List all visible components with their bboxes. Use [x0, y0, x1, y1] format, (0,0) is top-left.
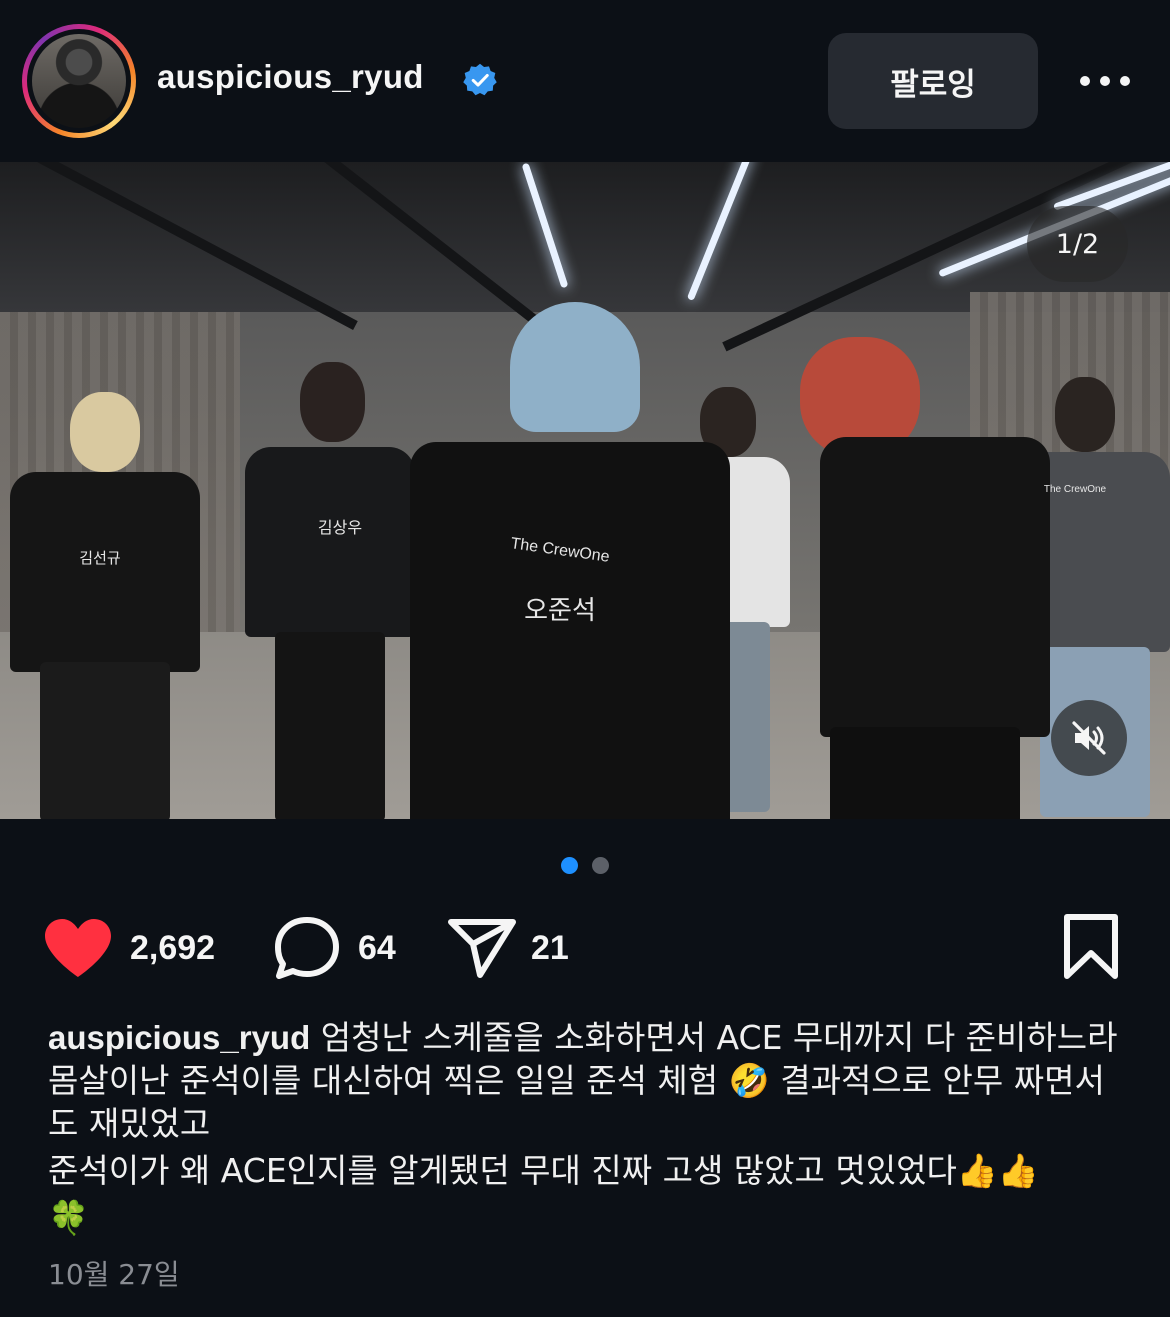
vest-label: 오준석: [524, 596, 596, 626]
rofl-emoji-icon: 🤣: [728, 1061, 770, 1100]
bookmark-icon[interactable]: [1062, 913, 1120, 981]
share-paper-plane-icon[interactable]: [447, 917, 517, 979]
post-date[interactable]: 10월 27일: [48, 1253, 180, 1293]
comment-count[interactable]: 64: [358, 929, 396, 968]
heart-filled-icon[interactable]: [43, 917, 113, 979]
carousel-dot: [592, 857, 609, 874]
post-caption: auspicious_ryud 엄청난 스케줄을 소화하면서 ACE 무대까지 …: [48, 1016, 1128, 1239]
like-count[interactable]: 2,692: [130, 929, 215, 968]
post-media-video[interactable]: The CrewOne 오준석 김상우 김선규 The CrewOne 1/2: [0, 162, 1170, 819]
carousel-pagination: [561, 857, 609, 874]
post-actions-bar: 2,692 64 21: [0, 905, 1170, 995]
comment-icon[interactable]: [272, 915, 342, 981]
story-ring-avatar[interactable]: [22, 24, 136, 138]
more-horizontal-icon[interactable]: [1078, 64, 1132, 98]
caption-username[interactable]: auspicious_ryud: [48, 1019, 310, 1056]
username[interactable]: auspicious_ryud: [157, 58, 424, 96]
four-leaf-clover-emoji-icon: 🍀: [48, 1198, 90, 1237]
caption-text: 준석이가 왜 ACE인지를 알게됐던 무대 진짜 고생 많았고 멋있었다: [48, 1151, 957, 1190]
verified-badge-icon: [463, 63, 497, 96]
avatar: [32, 34, 126, 128]
vest-label: The CrewOne: [1043, 484, 1107, 495]
following-button[interactable]: 팔로잉: [828, 33, 1038, 129]
thumbs-up-emoji-icon: 👍👍: [956, 1151, 1039, 1190]
post-header: auspicious_ryud 팔로잉: [0, 0, 1170, 162]
vest-label: 김선규: [79, 549, 121, 567]
carousel-dot-active: [561, 857, 578, 874]
share-count[interactable]: 21: [531, 929, 569, 968]
carousel-counter: 1/2: [1027, 206, 1128, 282]
speaker-muted-icon[interactable]: [1051, 700, 1127, 776]
vest-label: 김상우: [317, 518, 363, 537]
